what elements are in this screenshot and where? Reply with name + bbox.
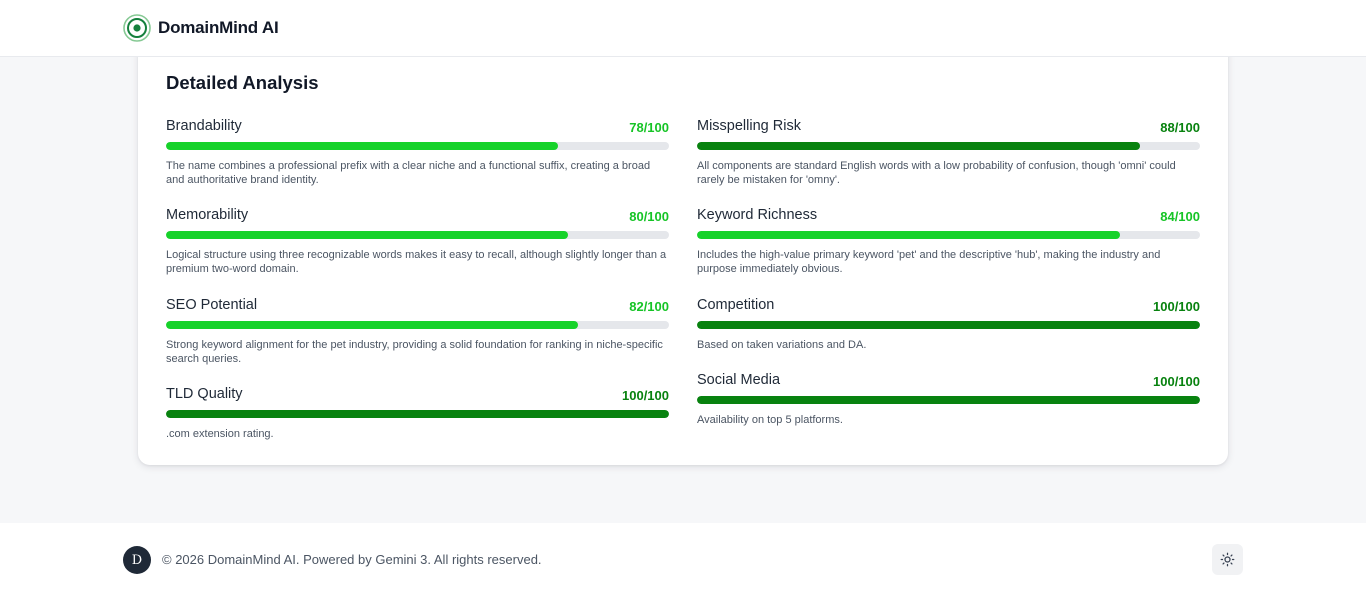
metric-brandability: Brandability 78/100 The name combines a … — [166, 118, 669, 187]
progress-fill — [166, 321, 579, 329]
target-icon — [123, 14, 151, 42]
metric-description: Availability on top 5 platforms. — [697, 414, 843, 426]
metric-description: Includes the high-value primary keyword … — [697, 249, 1161, 275]
metric-description: Logical structure using three recognizab… — [166, 249, 667, 275]
theme-toggle-button[interactable] — [1212, 544, 1243, 575]
section-title: Detailed Analysis — [166, 72, 319, 93]
top-navbar: DomainMind AI — [0, 0, 1366, 57]
progress-fill — [697, 231, 1120, 239]
metric-competition: Competition 100/100 Based on taken varia… — [697, 297, 1200, 352]
progress-track — [166, 321, 669, 329]
metric-label: Memorability — [166, 207, 249, 223]
progress-fill — [166, 410, 669, 418]
metric-label: Competition — [697, 297, 775, 313]
metric-score: 88/100 — [1160, 120, 1200, 135]
progress-track — [697, 142, 1200, 150]
metric-keyword-richness: Keyword Richness 84/100 Includes the hig… — [697, 207, 1200, 276]
metric-social-media: Social Media 100/100 Availability on top… — [697, 372, 1200, 427]
metric-label: Social Media — [697, 372, 781, 388]
progress-fill — [166, 231, 569, 239]
metric-misspelling-risk: Misspelling Risk 88/100 All components a… — [697, 118, 1200, 187]
metric-label: TLD Quality — [166, 386, 243, 402]
detailed-analysis-card: Detailed Analysis Brandability 78/100 Th… — [138, 40, 1228, 465]
metric-score: 78/100 — [629, 120, 669, 135]
metric-description: .com extension rating. — [166, 428, 274, 440]
brand-name: DomainMind AI — [158, 18, 279, 37]
metric-description: All components are standard English word… — [697, 160, 1176, 186]
metric-label: Misspelling Risk — [697, 118, 801, 134]
metric-tld-quality: TLD Quality 100/100 .com extension ratin… — [166, 386, 669, 441]
sun-icon — [1220, 552, 1235, 567]
progress-track — [697, 321, 1200, 329]
metric-description: The name combines a professional prefix … — [166, 160, 651, 186]
metric-score: 80/100 — [629, 209, 669, 224]
progress-track — [697, 396, 1200, 404]
progress-track — [166, 410, 669, 418]
metric-description: Strong keyword alignment for the pet ind… — [166, 339, 663, 365]
progress-fill — [166, 142, 559, 150]
metric-seo-potential: SEO Potential 82/100 Strong keyword alig… — [166, 297, 669, 366]
metric-description: Based on taken variations and DA. — [697, 339, 867, 351]
metric-label: Keyword Richness — [697, 207, 818, 223]
progress-track — [166, 142, 669, 150]
metric-score: 100/100 — [622, 388, 669, 403]
copyright-text: © 2026 DomainMind AI. Powered by Gemini … — [162, 552, 542, 567]
metric-score: 82/100 — [629, 299, 669, 314]
progress-track — [697, 231, 1200, 239]
metric-score: 100/100 — [1153, 374, 1200, 389]
progress-fill — [697, 142, 1140, 150]
avatar[interactable]: D — [123, 546, 151, 574]
metric-memorability: Memorability 80/100 Logical structure us… — [166, 207, 669, 276]
progress-fill — [697, 396, 1200, 404]
metric-label: SEO Potential — [166, 297, 258, 313]
footer: D © 2026 DomainMind AI. Powered by Gemin… — [0, 523, 1366, 597]
metric-score: 100/100 — [1153, 299, 1200, 314]
progress-fill — [697, 321, 1200, 329]
progress-track — [166, 231, 669, 239]
metric-label: Brandability — [166, 118, 242, 134]
brand[interactable]: DomainMind AI — [123, 14, 279, 42]
metric-score: 84/100 — [1160, 209, 1200, 224]
